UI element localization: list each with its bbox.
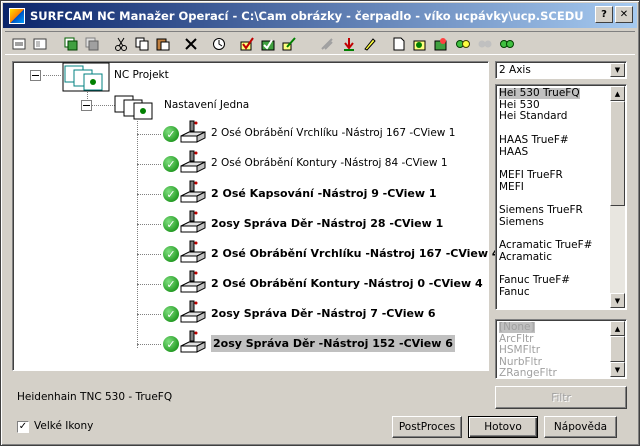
verify-icon[interactable] — [237, 34, 257, 54]
post-list-item[interactable]: HAAS TrueF# — [499, 134, 569, 146]
chevron-down-icon[interactable]: ▼ — [610, 63, 625, 77]
operation-icon — [180, 178, 206, 204]
copy-setup-icon[interactable] — [61, 34, 81, 54]
gear-icon[interactable] — [410, 34, 430, 54]
post-list-item[interactable]: MEFI TrueFR — [499, 169, 563, 181]
post-icon[interactable] — [258, 34, 278, 54]
scroll-down-icon[interactable]: ▼ — [610, 362, 625, 377]
operation-item[interactable]: 2osy Správa Děr -Nástroj 28 -CView 1 — [211, 217, 443, 230]
operation-icon — [180, 328, 206, 354]
paste-setup-icon[interactable] — [82, 34, 102, 54]
axis-select[interactable]: 2 Axis ▼ — [495, 61, 627, 79]
post-list-item[interactable]: Siemens TrueFR — [499, 205, 583, 216]
operation-icon — [180, 298, 206, 324]
status-check-icon: ✓ — [163, 306, 179, 322]
setup-icon — [114, 92, 162, 122]
post-list-item[interactable]: Acramatic — [499, 251, 552, 263]
status-check-icon: ✓ — [163, 156, 179, 172]
large-icons-checkbox[interactable]: ✓ — [17, 421, 29, 433]
filter-button[interactable]: Filtr — [495, 386, 627, 409]
delete-icon[interactable] — [181, 34, 201, 54]
operation-icon — [180, 208, 206, 234]
operation-item[interactable]: 2osy Správa Děr -Nástroj 7 -CView 6 — [211, 307, 436, 320]
postproces-button[interactable]: PostProces — [392, 416, 462, 438]
post-processor-list[interactable]: Hei 530 TrueFQ Hei 530 Hei Standard HAAS Tr… — [495, 84, 627, 310]
project-label[interactable]: NC Projekt — [114, 69, 169, 81]
help-title-button[interactable]: ? — [595, 6, 613, 23]
root-expander[interactable] — [30, 70, 41, 81]
filter-list-item[interactable]: ZRangeFltr — [499, 368, 557, 379]
setup-label[interactable]: Nastavení Jedna — [164, 99, 249, 111]
operation-icon — [180, 238, 206, 264]
operation-item[interactable]: 2 Osé Obrábění Kontury -Nástroj 0 -CView… — [211, 277, 483, 290]
circles-icon[interactable] — [497, 34, 517, 54]
post-list-item[interactable]: Hei 530 TrueFQ — [499, 88, 580, 99]
manager-window: SURFCAM NC Manažer Operací - C:\Cam obrá… — [0, 0, 640, 446]
filter-list-item[interactable]: [None] — [499, 322, 535, 333]
post-list-item[interactable]: Fanuc TrueF# — [499, 275, 570, 286]
status-check-icon: ✓ — [163, 276, 179, 292]
new-icon[interactable] — [9, 34, 29, 54]
operation-item[interactable]: 2 Osé Obrábění Vrchlíku -Nástroj 167 -CV… — [211, 127, 455, 139]
operation-icon — [180, 118, 206, 144]
filter-list-scrollbar[interactable]: ▲ ▼ — [610, 321, 625, 377]
filter-list[interactable]: [None] ArcFltr HSMFltr NurbFltr ZRangeFltr ▲… — [495, 319, 627, 379]
operation-icon — [180, 148, 206, 174]
copy-icon[interactable] — [132, 34, 152, 54]
post-list-item[interactable]: HAAS — [499, 146, 528, 158]
filter-list-item[interactable]: HSMFltr — [499, 345, 540, 356]
flag-icon[interactable] — [431, 34, 451, 54]
operation-icon — [180, 268, 206, 294]
cut-icon[interactable] — [111, 34, 131, 54]
window-title: SURFCAM NC Manažer Operací - C:\Cam obrá… — [30, 8, 584, 23]
document-icon[interactable] — [389, 34, 409, 54]
pencil-icon[interactable] — [360, 34, 380, 54]
scroll-down-icon[interactable]: ▼ — [610, 293, 625, 308]
post-list-item[interactable]: Fanuc — [499, 286, 530, 298]
time-icon[interactable] — [209, 34, 229, 54]
toolbar — [5, 31, 635, 55]
post-list-scrollbar[interactable]: ▲ ▼ — [610, 86, 625, 308]
disabled-tool-icon[interactable] — [317, 34, 337, 54]
scroll-up-icon[interactable]: ▲ — [610, 321, 625, 336]
large-icons-label: Velké Ikony — [34, 420, 94, 432]
post-list-item[interactable]: Siemens — [499, 216, 544, 228]
close-button[interactable]: ✕ — [615, 6, 633, 23]
project-icon — [62, 62, 110, 92]
post-list-item[interactable]: Hei Standard — [499, 111, 567, 122]
circle-green-icon[interactable] — [453, 34, 473, 54]
edit-icon[interactable] — [279, 34, 299, 54]
surfcam-app-icon — [9, 7, 25, 24]
post-list-item[interactable]: Hei 530 — [499, 99, 540, 111]
operation-item[interactable]: 2 Osé Obrábění Vrchlíku -Nástroj 167 -CV… — [211, 247, 500, 260]
help-button[interactable]: Nápověda — [544, 416, 617, 438]
circle-grey-icon[interactable] — [475, 34, 495, 54]
add-icon[interactable] — [30, 34, 50, 54]
scroll-up-icon[interactable]: ▲ — [610, 86, 625, 101]
post-list-item[interactable]: MEFI — [499, 181, 524, 193]
down-arrow-icon[interactable] — [339, 34, 359, 54]
status-check-icon: ✓ — [163, 186, 179, 202]
title-bar[interactable]: SURFCAM NC Manažer Operací - C:\Cam obrá… — [3, 3, 637, 28]
operations-tree[interactable]: NC Projekt Nastavení Jedna ✓ 2 Osé Obrábě… — [12, 61, 500, 371]
filter-list-item[interactable]: ArcFltr — [499, 333, 533, 345]
axis-select-value: 2 Axis — [499, 64, 531, 76]
operation-item[interactable]: 2 Osé Kapsování -Nástroj 9 -CView 1 — [211, 187, 437, 200]
setup-expander[interactable] — [81, 100, 92, 111]
status-check-icon: ✓ — [163, 216, 179, 232]
selected-post-label: Heidenhain TNC 530 - TrueFQ — [17, 391, 173, 403]
status-check-icon: ✓ — [163, 126, 179, 142]
scroll-thumb[interactable] — [610, 336, 625, 362]
paste-icon[interactable] — [153, 34, 173, 54]
status-check-icon: ✓ — [163, 246, 179, 262]
operation-item[interactable]: 2 Osé Obrábění Kontury -Nástroj 84 -CVie… — [211, 157, 448, 169]
filter-list-item[interactable]: NurbFltr — [499, 356, 542, 368]
scroll-thumb[interactable] — [610, 101, 625, 206]
status-check-icon: ✓ — [163, 336, 179, 352]
post-list-item[interactable]: Acramatic TrueF# — [499, 240, 592, 251]
done-button[interactable]: Hotovo — [468, 416, 538, 438]
operation-item[interactable]: 2osy Správa Děr -Nástroj 152 -CView 6 — [211, 335, 455, 352]
